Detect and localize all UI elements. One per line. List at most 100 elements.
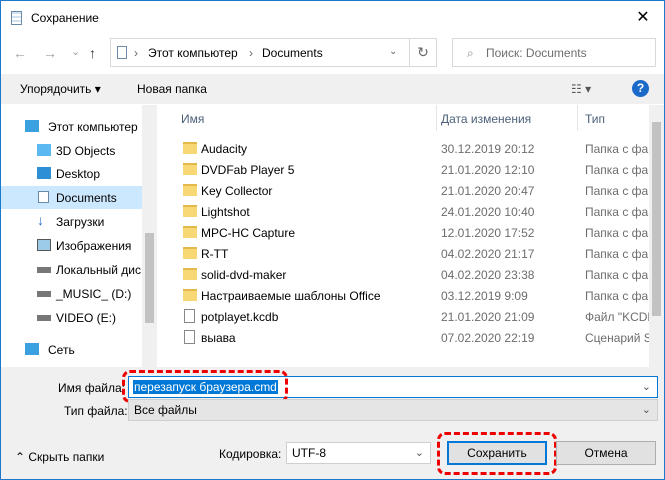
file-row[interactable]: выава 07.02.2020 22:19 Сценарий S — [161, 327, 652, 348]
chevron-down-icon: ⌄ — [414, 447, 424, 459]
chevron-down-icon[interactable]: ⌄ — [389, 46, 397, 57]
organize-button[interactable]: Упорядочить ▾ — [20, 82, 101, 96]
file-type: Папка с фа — [585, 289, 649, 303]
folder-icon — [183, 205, 197, 217]
file-name: выава — [201, 331, 236, 345]
sidebar-scrollbar[interactable] — [142, 105, 157, 367]
sidebar-item-network[interactable]: Сеть — [1, 338, 142, 361]
breadcrumb-documents[interactable]: Documents — [262, 46, 323, 60]
file-type: Файл "KCDE — [585, 310, 656, 324]
file-type: Папка с фа — [585, 226, 649, 240]
file-name: solid-dvd-maker — [201, 268, 287, 282]
save-options-panel: Имя файла: перезапуск браузера.cmd ⌄ Тип… — [1, 367, 664, 479]
documents-icon — [117, 46, 127, 59]
sidebar-item-this-pc[interactable]: Этот компьютер — [1, 115, 142, 138]
file-name: MPC-HC Capture — [201, 226, 296, 240]
file-type: Папка с фа — [585, 142, 649, 156]
search-placeholder: Поиск: Documents — [486, 46, 587, 60]
encoding-value: UTF-8 — [292, 446, 326, 460]
file-row[interactable]: solid-dvd-maker 04.02.2020 23:38 Папка с… — [161, 264, 651, 285]
file-name: R-TT — [201, 247, 229, 261]
file-list-scrollbar[interactable] — [649, 105, 664, 367]
toolbar: Упорядочить ▾ Новая папка ☷ ▾ ? — [1, 74, 664, 104]
column-headers: Имя ^ Дата изменения Тип — [161, 105, 651, 131]
sidebar-item-local-disk[interactable]: Локальный дис — [1, 258, 142, 281]
scrollbar-thumb[interactable] — [652, 122, 661, 316]
chevron-down-icon[interactable]: ⌄ — [642, 380, 651, 393]
up-button[interactable]: ↑ — [89, 45, 96, 61]
cancel-button[interactable]: Отмена — [556, 441, 656, 465]
column-type[interactable]: Тип — [585, 112, 605, 126]
hide-folders-button[interactable]: ⌃ Скрыть папки — [15, 450, 104, 464]
file-list: Имя ^ Дата изменения Тип Audacity 30.12.… — [161, 105, 664, 367]
file-name: Audacity — [201, 142, 248, 156]
recent-locations-button[interactable]: ⌄ — [71, 45, 80, 58]
breadcrumb-this-pc[interactable]: Этот компьютер — [148, 46, 238, 60]
folder-icon — [183, 268, 197, 280]
file-name: DVDFab Player 5 — [201, 163, 295, 177]
file-row[interactable]: Key Collector 21.01.2020 20:47 Папка с ф… — [161, 180, 651, 201]
search-input[interactable]: ⌕ Поиск: Documents — [452, 38, 656, 67]
documents-icon — [38, 191, 49, 203]
sidebar-item-downloads[interactable]: ↓ Загрузки — [1, 210, 142, 233]
file-date: 21.01.2020 20:47 — [441, 184, 535, 198]
drive-icon — [37, 267, 51, 273]
view-options-button[interactable]: ☷ ▾ — [571, 82, 591, 96]
desktop-icon — [37, 167, 51, 179]
sidebar-item-video-drive[interactable]: VIDEO (E:) — [1, 306, 142, 329]
file-row[interactable]: potplayet.kcdb 21.01.2020 21:09 Файл "KC… — [161, 306, 655, 327]
chevron-down-icon: ⌄ — [641, 404, 651, 416]
file-row[interactable]: MPC-HC Capture 12.01.2020 17:52 Папка с … — [161, 222, 651, 243]
cube-icon — [37, 144, 51, 156]
file-date: 21.01.2020 12:10 — [441, 163, 535, 177]
file-row[interactable]: DVDFab Player 5 21.01.2020 12:10 Папка с… — [161, 159, 651, 180]
file-date: 21.01.2020 21:09 — [441, 310, 535, 324]
file-date: 04.02.2020 21:17 — [441, 247, 535, 261]
file-row[interactable]: Lightshot 24.01.2020 10:40 Папка с фа — [161, 201, 651, 222]
folder-icon — [183, 289, 197, 301]
filetype-select[interactable]: Все файлы ⌄ — [128, 399, 658, 421]
filetype-value: Все файлы — [134, 403, 197, 417]
address-bar[interactable]: › Этот компьютер › Documents ⌄ — [110, 38, 410, 67]
back-button[interactable]: ← — [13, 45, 27, 61]
navigation-bar: ← → ⌄ ↑ › Этот компьютер › Documents ⌄ ↻… — [1, 38, 664, 70]
file-date: 24.01.2020 10:40 — [441, 205, 535, 219]
close-button[interactable]: ✕ — [630, 6, 656, 30]
refresh-button[interactable]: ↻ — [409, 38, 437, 67]
forward-button[interactable]: → — [43, 45, 57, 61]
sidebar-item-3d-objects[interactable]: 3D Objects — [1, 139, 142, 162]
network-icon — [25, 343, 39, 355]
save-dialog: Сохранение ✕ ← → ⌄ ↑ › Этот компьютер › … — [0, 0, 665, 480]
download-icon: ↓ — [37, 212, 44, 228]
scrollbar-thumb[interactable] — [145, 233, 154, 323]
column-name[interactable]: Имя — [181, 112, 204, 126]
drive-icon — [37, 315, 51, 321]
filename-label: Имя файла: — [58, 381, 125, 395]
file-row[interactable]: Настраиваемые шаблоны Office 03.12.2019 … — [161, 285, 651, 306]
file-name: potplayet.kcdb — [201, 310, 279, 324]
encoding-select[interactable]: UTF-8 ⌄ — [286, 442, 431, 464]
file-type: Папка с фа — [585, 268, 649, 282]
sidebar-item-desktop[interactable]: Desktop — [1, 162, 142, 185]
help-button[interactable]: ? — [632, 80, 649, 97]
file-row[interactable]: Audacity 30.12.2019 20:12 Папка с фа — [161, 138, 651, 159]
sort-ascending-icon: ^ — [301, 105, 306, 110]
highlight-save — [437, 432, 557, 475]
sidebar-item-music-drive[interactable]: _MUSIC_ (D:) — [1, 282, 142, 305]
new-folder-button[interactable]: Новая папка — [137, 82, 207, 96]
sidebar-item-pictures[interactable]: Изображения — [1, 234, 142, 257]
file-date: 04.02.2020 23:38 — [441, 268, 535, 282]
column-date[interactable]: Дата изменения — [441, 112, 531, 126]
file-date: 03.12.2019 9:09 — [441, 289, 528, 303]
file-type: Сценарий S — [585, 331, 652, 345]
encoding-label: Кодировка: — [219, 447, 282, 461]
pictures-icon — [37, 239, 51, 251]
title-bar: Сохранение ✕ — [1, 1, 664, 35]
file-row[interactable]: R-TT 04.02.2020 21:17 Папка с фа — [161, 243, 651, 264]
folder-icon — [183, 226, 197, 238]
search-icon: ⌕ — [467, 46, 474, 60]
window-title: Сохранение — [31, 11, 99, 25]
drive-icon — [37, 291, 51, 297]
sidebar-item-documents[interactable]: Documents — [1, 186, 142, 209]
file-type: Папка с фа — [585, 205, 649, 219]
